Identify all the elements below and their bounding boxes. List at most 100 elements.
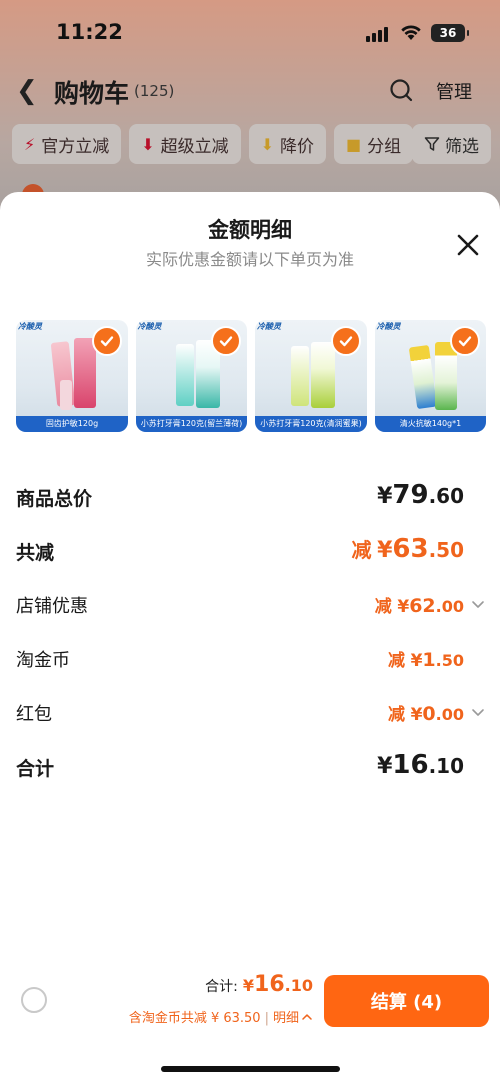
cart-count: (125): [134, 82, 175, 100]
close-icon[interactable]: [455, 232, 481, 258]
row-total-discount: 共减 减 ¥63.50: [16, 532, 486, 572]
sheet-title: 金额明细: [208, 218, 292, 242]
brand-logo: 冷酸灵: [257, 322, 281, 331]
row-label: 商品总价: [16, 488, 93, 510]
select-all-checkbox[interactable]: [21, 987, 47, 1013]
discount-summary: 含淘金币共减 ¥ 63.50 | 明细: [129, 1007, 313, 1026]
arrow-down-icon: ⬇: [141, 134, 155, 154]
detail-link-label: 明细: [272, 1011, 299, 1026]
yen-sign: ¥: [377, 484, 393, 509]
chevron-down-icon: [472, 601, 484, 608]
amount-decimal: .50: [435, 651, 464, 670]
status-time: 11:22: [56, 20, 123, 44]
brand-logo: 冷酸灵: [376, 322, 401, 331]
product-caption: 小苏打牙膏120克(留兰薄荷): [135, 416, 247, 432]
product-caption: 小苏打牙膏120克(清润蜜果): [255, 416, 367, 432]
row-subtotal: 商品总价 ¥79.60: [16, 478, 486, 518]
yen-sign: ¥: [242, 976, 255, 995]
row-label: 合计: [16, 758, 55, 780]
amount-decimal: .60: [428, 484, 464, 508]
search-icon[interactable]: [389, 78, 413, 102]
amount-detail-sheet: 金额明细 实际优惠金额请以下单页为准 冷酸灵 固齿护敏120g 冷酸灵 小苏打牙…: [0, 192, 500, 1082]
row-total: 合计 ¥16.10: [16, 748, 486, 788]
amount-integer: 16: [254, 972, 285, 997]
screen: 11:22 36 ❮ 购物车 (125) 管理 ⚡ 官方立减 ⬇ 超级立减 ⬇ …: [0, 0, 500, 1082]
yen-sign: ¥: [377, 538, 393, 563]
price-down-icon: ⬇: [260, 134, 275, 154]
signal-icon: [366, 26, 392, 42]
amount-decimal: .10: [428, 754, 464, 778]
manage-button[interactable]: 管理: [436, 78, 472, 104]
filter-chip-official-discount[interactable]: ⚡ 官方立减: [12, 124, 122, 164]
battery-icon: 36: [431, 24, 469, 42]
amount-integer: 62: [409, 595, 436, 617]
row-label: 淘金币: [16, 650, 70, 671]
chevron-down-icon: [472, 709, 484, 716]
product-thumbnail[interactable]: 冷酸灵 小苏打牙膏120克(留兰薄荷): [135, 320, 247, 432]
amount-decimal: .10: [284, 976, 313, 995]
row-red-packet[interactable]: 红包 减 ¥0.00: [16, 694, 486, 734]
row-label: 共减: [16, 542, 55, 564]
amount-integer: 16: [392, 750, 429, 780]
separator: |: [264, 1011, 269, 1026]
store-discount-amount: 减 ¥62.00: [375, 592, 464, 617]
product-caption: 固齿护敏120g: [16, 416, 128, 432]
bottom-total: 合计: ¥16.10: [205, 972, 313, 997]
amount-decimal: .50: [428, 538, 464, 562]
checkout-button[interactable]: 结算 (4): [324, 975, 489, 1027]
chip-label: 官方立减: [41, 136, 110, 157]
brand-logo: 冷酸灵: [137, 322, 162, 331]
funnel-icon: [424, 137, 440, 151]
brand-logo: 冷酸灵: [18, 322, 42, 331]
home-indicator: [161, 1066, 340, 1072]
product-thumbnail[interactable]: 冷酸灵 固齿护敏120g: [16, 320, 128, 432]
product-box-image: [434, 342, 457, 410]
amount-integer: 79: [392, 480, 429, 510]
nav-bar: ❮ 购物车 (125) 管理: [0, 66, 500, 114]
wifi-icon: [401, 25, 421, 40]
chevron-up-icon: [302, 1014, 312, 1020]
chip-label: 降价: [280, 136, 315, 157]
amount-integer: 63: [392, 534, 429, 564]
selected-check-icon: [211, 326, 241, 356]
product-thumbnails: 冷酸灵 固齿护敏120g 冷酸灵 小苏打牙膏120克(留兰薄荷) 冷酸灵 小苏打…: [16, 320, 486, 434]
back-arrow-icon[interactable]: ❮: [16, 76, 38, 106]
filter-button[interactable]: 筛选: [412, 124, 491, 164]
yen-sign: ¥: [397, 597, 410, 617]
row-coins: 淘金币 减 ¥1.50: [16, 640, 486, 680]
amount-integer: 1: [422, 649, 436, 671]
subtotal-amount: ¥79.60: [377, 480, 464, 510]
row-store-discount[interactable]: 店铺优惠 减 ¥62.00: [16, 586, 486, 626]
yen-sign: ¥: [377, 754, 393, 779]
status-bar: 11:22 36: [0, 0, 500, 66]
row-label: 店铺优惠: [16, 596, 88, 617]
coins-amount: 减 ¥1.50: [388, 646, 464, 671]
amount-integer: 0: [422, 703, 436, 725]
chip-label: 分组: [367, 136, 402, 157]
filter-chip-super-discount[interactable]: ⬇ 超级立减: [129, 124, 241, 164]
yen-sign: ¥: [410, 705, 423, 725]
page-title: 购物车: [54, 79, 130, 108]
folder-icon: ■: [346, 134, 362, 154]
product-tube-image: [60, 380, 72, 410]
selected-check-icon: [330, 326, 361, 356]
product-thumbnail[interactable]: 冷酸灵 小苏打牙膏120克(清润蜜果): [255, 320, 367, 432]
discount-prefix: 减: [388, 705, 405, 725]
total-discount-amount: 减 ¥63.50: [351, 534, 464, 564]
discount-prefix: 减: [388, 651, 405, 671]
filter-chip-group[interactable]: ■ 分组: [334, 124, 414, 164]
amount-decimal: .00: [435, 705, 464, 724]
discount-prefix: 减: [374, 597, 392, 617]
discount-text: 含淘金币共减 ¥ 63.50: [128, 1011, 261, 1026]
lightning-icon: ⚡: [24, 134, 36, 154]
product-box-image: [74, 338, 96, 408]
yen-sign: ¥: [410, 651, 423, 671]
chip-label: 超级立减: [160, 136, 229, 157]
product-box-image: [311, 342, 335, 408]
detail-toggle[interactable]: 明细: [273, 1011, 313, 1026]
product-caption: 清火抗敏140g*1: [374, 416, 486, 432]
filter-chip-price-drop[interactable]: ⬇ 降价: [248, 124, 327, 164]
sheet-subtitle: 实际优惠金额请以下单页为准: [145, 250, 354, 269]
product-thumbnail[interactable]: 冷酸灵 清火抗敏140g*1: [374, 320, 486, 432]
amount-decimal: .00: [435, 597, 464, 616]
